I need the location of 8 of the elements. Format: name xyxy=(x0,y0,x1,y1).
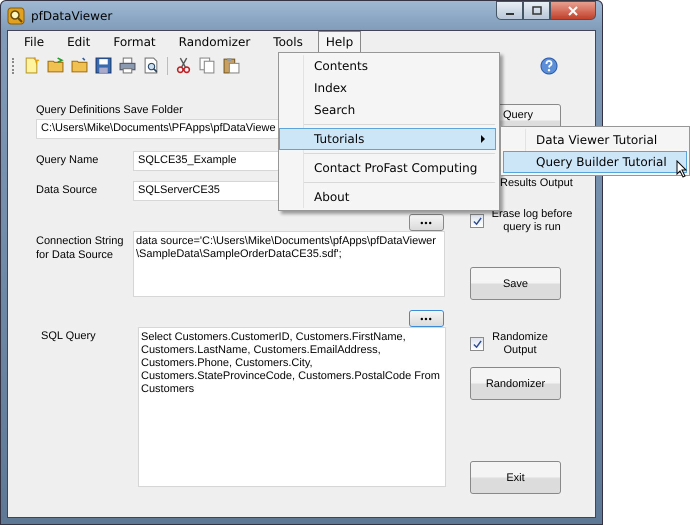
window-title: pfDataViewer xyxy=(31,8,112,22)
field-label: Data Source xyxy=(36,183,98,198)
field-label: SQL Query xyxy=(40,329,97,344)
checkbox-label: Results Output xyxy=(500,177,573,189)
field-label: Connection String for Data Source xyxy=(36,234,124,263)
field-label: Query Name xyxy=(36,153,100,168)
field-label: Query Definitions Save Folder xyxy=(36,104,183,116)
checkbox-label: Randomize Output xyxy=(491,331,549,357)
